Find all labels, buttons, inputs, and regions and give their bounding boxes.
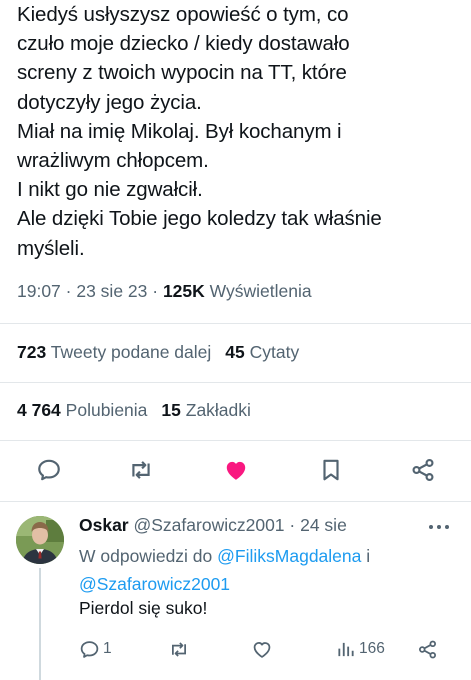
share-icon [419, 640, 436, 658]
share-icon [412, 458, 434, 482]
tweet-text-line: myśleli. [17, 236, 85, 260]
quotes-label: Cytaty [249, 342, 300, 362]
tweet-text-line: screny z twoich wypocin na TT, które [17, 61, 347, 85]
views-count[interactable]: 125K [163, 281, 205, 301]
likes-count: 4 764 [17, 400, 61, 420]
more-options-button[interactable] [428, 518, 450, 536]
divider [0, 440, 471, 441]
retweets-stat[interactable]: 723 Tweety podane dalej [17, 342, 211, 362]
more-icon [429, 525, 449, 529]
divider [0, 323, 471, 324]
bookmarks-label: Zakładki [185, 400, 251, 420]
bookmarks-count: 15 [161, 400, 181, 420]
meta-separator: · [147, 281, 163, 301]
reply-author-name[interactable]: Oskar [79, 515, 129, 535]
reply-text: Pierdol się suko! [79, 598, 208, 618]
mention-link[interactable]: @FiliksMagdalena [217, 546, 361, 566]
heart-filled-icon [226, 461, 246, 480]
reply-reply-button[interactable]: 1 [79, 634, 112, 664]
tweet-text-line: Kiedyś usłyszysz opowieść o tym, co [17, 3, 349, 26]
meta-separator: · [60, 281, 77, 301]
quotes-stat[interactable]: 45 Cytaty [225, 342, 299, 362]
reply-tweet[interactable]: Oskar @Szafarowicz2001 · 24 sie W odpowi… [0, 504, 471, 680]
views-label[interactable]: Wyświetlenia [210, 281, 312, 301]
tweet-text-line: dotyczyły jego życia. [17, 90, 202, 114]
tweet-text-line: czuło moje dziecko / kiedy dostawało [17, 32, 350, 56]
meta-separator: · [284, 515, 301, 535]
mention-link[interactable]: @Szafarowicz2001 [79, 574, 230, 594]
reply-icon [80, 640, 99, 658]
reply-author-handle[interactable]: @Szafarowicz2001 [134, 515, 285, 535]
divider [0, 501, 471, 502]
share-button[interactable] [408, 452, 438, 488]
retweet-icon [132, 461, 150, 479]
divider [0, 382, 471, 383]
reply-date[interactable]: 24 sie [300, 515, 347, 535]
reply-share-button[interactable] [417, 634, 438, 664]
reply-retweet-button[interactable] [168, 634, 190, 664]
quotes-count: 45 [225, 342, 245, 362]
reply-to-prefix: W odpowiedzi do [79, 546, 213, 566]
bookmarks-stat[interactable]: 15 Zakładki [161, 400, 251, 420]
reply-like-button[interactable] [251, 634, 273, 664]
retweets-label: Tweety podane dalej [50, 342, 212, 362]
reply-views-count: 166 [359, 640, 385, 657]
tweet-meta: 19:07 · 23 sie 23 · 125K Wyświetlenia [17, 281, 312, 302]
retweet-button[interactable] [126, 452, 156, 488]
tweet-text: Kiedyś usłyszysz opowieść o tym, co czuł… [17, 0, 467, 263]
reply-icon [38, 459, 60, 481]
heart-outline-icon [253, 641, 271, 658]
tweet-date[interactable]: 23 sie 23 [76, 281, 147, 301]
tweet-time[interactable]: 19:07 [17, 281, 61, 301]
mention-join: i [366, 546, 371, 566]
tweet-text-line: wrażliwym chłopcem. [17, 149, 209, 173]
likes-stat[interactable]: 4 764 Polubienia [17, 400, 147, 420]
tweet-text-line: Miał na imię Mikolaj. Był kochanym i [17, 119, 342, 143]
like-bookmark-stats: 4 764 Polubienia 15 Zakładki [17, 400, 251, 421]
tweet-text-line: Ale dzięki Tobie jego koledzy tak właśni… [17, 207, 382, 231]
bookmark-icon [323, 459, 339, 481]
views-chart-icon [338, 642, 354, 656]
retweet-quote-stats: 723 Tweety podane dalej 45 Cytaty [17, 342, 299, 363]
reply-to-context: W odpowiedzi do @FiliksMagdalena i @Szaf… [79, 542, 459, 598]
likes-label: Polubienia [65, 400, 148, 420]
reply-button[interactable] [34, 452, 64, 488]
reply-header: Oskar @Szafarowicz2001 · 24 sie [79, 515, 347, 536]
tweet-text-line: I nikt go nie zgwałcił. [17, 178, 203, 202]
avatar-image [16, 516, 64, 564]
like-button[interactable] [221, 452, 251, 488]
tweet-actions [0, 452, 471, 488]
avatar[interactable] [16, 516, 64, 564]
reply-reply-count: 1 [103, 640, 112, 657]
reply-views-button[interactable]: 166 [336, 634, 385, 664]
reply-actions: 1 166 [0, 634, 471, 664]
bookmark-button[interactable] [316, 452, 346, 488]
retweets-count: 723 [17, 342, 47, 362]
retweet-icon [172, 641, 186, 657]
